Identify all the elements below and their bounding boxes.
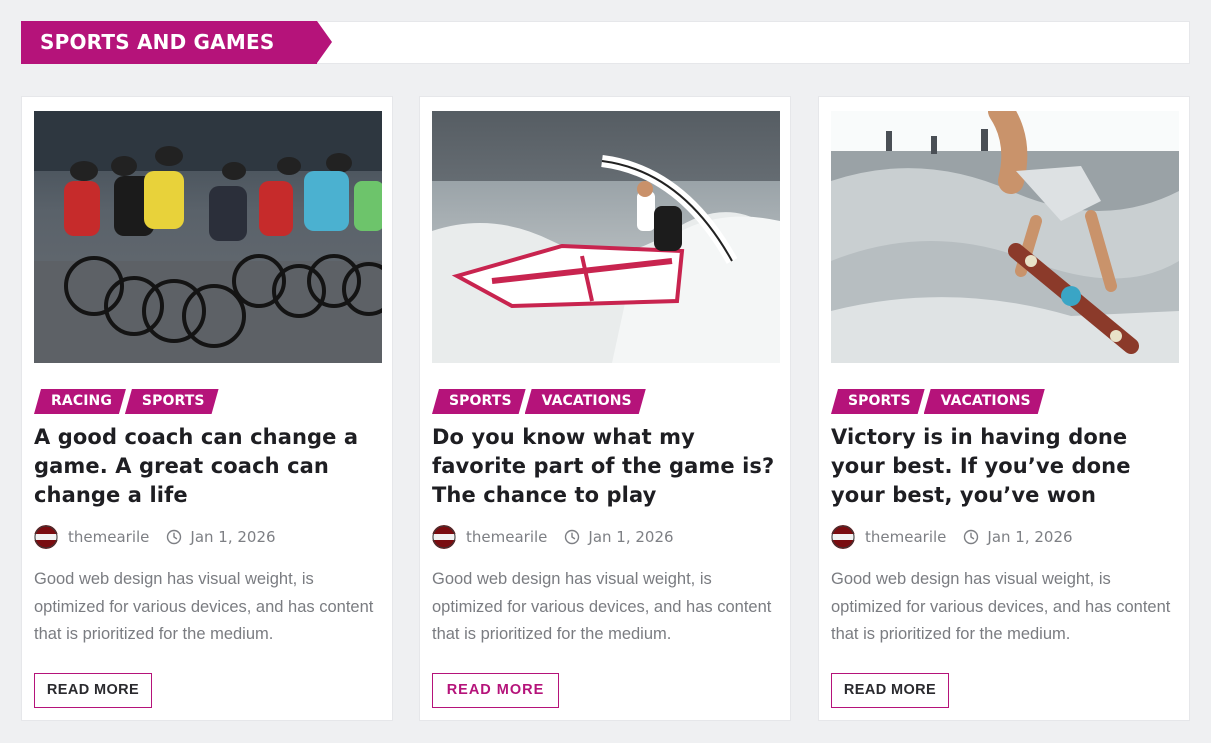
post-title[interactable]: A good coach can change a game. A great … [34,423,378,510]
post-meta: themearile Jan 1, 2026 [831,525,1073,549]
author-avatar-icon [34,525,58,549]
tag-racing[interactable]: RACING [34,389,126,414]
author-avatar-icon [432,525,456,549]
post-date[interactable]: Jan 1, 2026 [987,528,1072,546]
windsurfing-photo-icon [432,111,780,363]
section-header: SPORTS AND GAMES [21,21,1190,64]
read-more-button[interactable]: READ MORE [831,673,949,708]
post-excerpt: Good web design has visual weight, is op… [34,570,374,643]
post-excerpt: Good web design has visual weight, is op… [432,570,772,643]
skateboarding-photo-icon [831,111,1179,363]
post-card: SPORTS VACATIONS Do you know what my fav… [419,96,791,721]
post-excerpt: Good web design has visual weight, is op… [831,570,1171,643]
post-card: SPORTS VACATIONS Victory is in having do… [818,96,1190,721]
tag-list: SPORTS VACATIONS [831,389,1042,414]
post-title[interactable]: Do you know what my favorite part of the… [432,423,776,510]
post-meta: themearile Jan 1, 2026 [432,525,674,549]
read-more-button[interactable]: READ MORE [432,673,559,708]
cycling-race-photo-icon [34,111,382,363]
avatar [831,525,855,549]
author-link[interactable]: themearile [68,528,149,546]
clock-icon [565,529,580,545]
post-date[interactable]: Jan 1, 2026 [588,528,673,546]
post-title[interactable]: Victory is in having done your best. If … [831,423,1175,510]
post-thumbnail-skateboarding[interactable] [831,111,1179,363]
author-link[interactable]: themearile [865,528,946,546]
tag-sports[interactable]: SPORTS [432,389,526,414]
avatar [34,525,58,549]
tag-list: RACING SPORTS [34,389,216,414]
author-avatar-icon [831,525,855,549]
clock-icon [964,529,979,545]
author-link[interactable]: themearile [466,528,547,546]
tag-list: SPORTS VACATIONS [432,389,643,414]
post-card: RACING SPORTS A good coach can change a … [21,96,393,721]
post-meta: themearile Jan 1, 2026 [34,525,276,549]
read-more-button[interactable]: READ MORE [34,673,152,708]
post-thumbnail-cycling[interactable] [34,111,382,363]
post-thumbnail-windsurfing[interactable] [432,111,780,363]
clock-icon [167,529,182,545]
tag-sports[interactable]: SPORTS [831,389,925,414]
avatar [432,525,456,549]
tag-sports[interactable]: SPORTS [125,389,219,414]
section-title: SPORTS AND GAMES [21,21,332,64]
post-date[interactable]: Jan 1, 2026 [190,528,275,546]
tag-vacations[interactable]: VACATIONS [525,389,646,414]
tag-vacations[interactable]: VACATIONS [924,389,1045,414]
